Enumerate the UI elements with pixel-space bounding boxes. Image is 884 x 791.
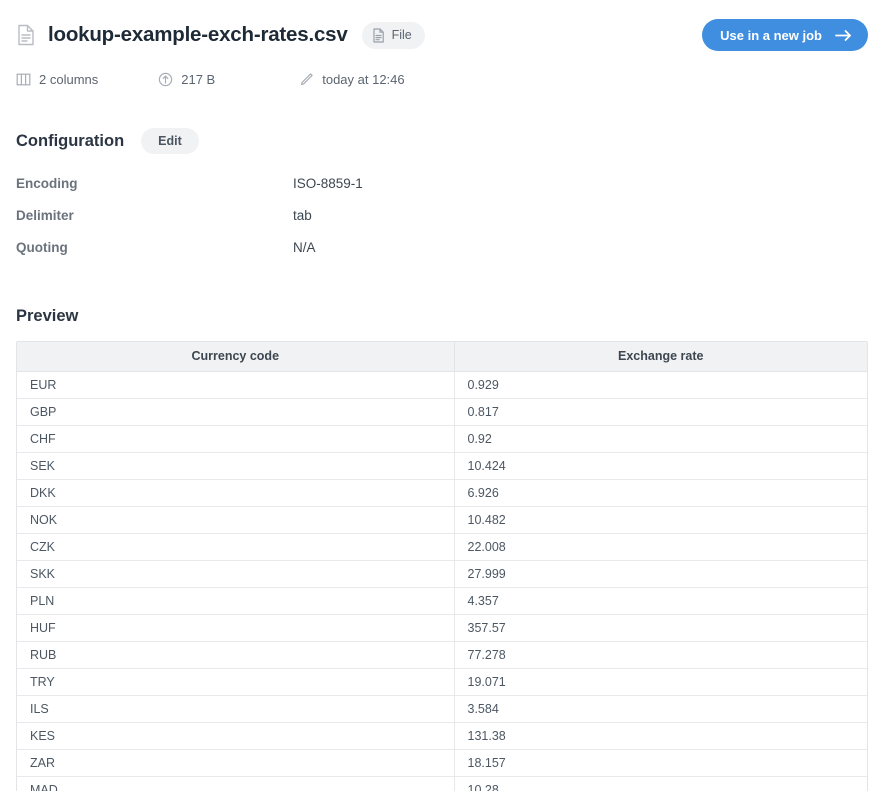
- configuration-header: Configuration Edit: [16, 128, 868, 154]
- cell-exchange-rate: 0.929: [454, 371, 867, 398]
- cell-currency-code: DKK: [17, 479, 454, 506]
- table-row: CHF0.92: [17, 425, 867, 452]
- configuration-row-delimiter: Delimiter tab: [16, 208, 868, 240]
- cell-currency-code: TRY: [17, 668, 454, 695]
- configuration-value: N/A: [293, 240, 316, 255]
- cell-exchange-rate: 22.008: [454, 533, 867, 560]
- table-row: KES131.38: [17, 722, 867, 749]
- cell-currency-code: CZK: [17, 533, 454, 560]
- configuration-row-quoting: Quoting N/A: [16, 240, 868, 272]
- configuration-row-encoding: Encoding ISO-8859-1: [16, 176, 868, 208]
- table-row: RUB77.278: [17, 641, 867, 668]
- column-header-exchange-rate: Exchange rate: [454, 342, 867, 371]
- cell-currency-code: GBP: [17, 398, 454, 425]
- table-row: ILS3.584: [17, 695, 867, 722]
- preview-table-head: Currency code Exchange rate: [17, 342, 867, 371]
- cell-exchange-rate: 27.999: [454, 560, 867, 587]
- cell-exchange-rate: 357.57: [454, 614, 867, 641]
- cell-exchange-rate: 19.071: [454, 668, 867, 695]
- cell-currency-code: MAD: [17, 776, 454, 791]
- file-type-badge: File: [362, 22, 425, 49]
- table-row: SEK10.424: [17, 452, 867, 479]
- table-row: DKK6.926: [17, 479, 867, 506]
- cell-exchange-rate: 10.424: [454, 452, 867, 479]
- use-in-a-new-job-label: Use in a new job: [720, 28, 822, 43]
- table-row: HUF357.57: [17, 614, 867, 641]
- configuration-title: Configuration: [16, 132, 124, 151]
- column-header-currency-code: Currency code: [17, 342, 454, 371]
- cell-currency-code: ZAR: [17, 749, 454, 776]
- cell-exchange-rate: 10.28: [454, 776, 867, 791]
- edit-configuration-button[interactable]: Edit: [141, 128, 199, 154]
- preview-table-container: Currency code Exchange rate EUR0.929GBP0…: [16, 341, 868, 791]
- page-title: lookup-example-exch-rates.csv: [48, 23, 348, 47]
- file-type-label: File: [392, 28, 412, 42]
- table-row: SKK27.999: [17, 560, 867, 587]
- configuration-label: Encoding: [16, 176, 293, 191]
- metadata-modified-text: today at 12:46: [322, 72, 404, 87]
- cell-exchange-rate: 10.482: [454, 506, 867, 533]
- file-document-icon: [16, 24, 36, 46]
- cell-currency-code: EUR: [17, 371, 454, 398]
- table-row: NOK10.482: [17, 506, 867, 533]
- configuration-list: Encoding ISO-8859-1 Delimiter tab Quotin…: [16, 176, 868, 272]
- configuration-value: tab: [293, 208, 312, 223]
- cell-exchange-rate: 77.278: [454, 641, 867, 668]
- table-row: PLN4.357: [17, 587, 867, 614]
- cell-currency-code: ILS: [17, 695, 454, 722]
- cell-exchange-rate: 6.926: [454, 479, 867, 506]
- cell-currency-code: KES: [17, 722, 454, 749]
- arrow-right-icon: [835, 29, 852, 42]
- cell-currency-code: RUB: [17, 641, 454, 668]
- configuration-label: Quoting: [16, 240, 293, 255]
- file-size-icon: [158, 72, 173, 87]
- file-metadata-row: 2 columns 217 B today at 12:46: [16, 64, 868, 94]
- cell-exchange-rate: 0.817: [454, 398, 867, 425]
- pencil-icon: [299, 72, 314, 87]
- table-row: ZAR18.157: [17, 749, 867, 776]
- table-row: EUR0.929: [17, 371, 867, 398]
- cell-currency-code: CHF: [17, 425, 454, 452]
- cell-currency-code: SKK: [17, 560, 454, 587]
- configuration-label: Delimiter: [16, 208, 293, 223]
- metadata-columns: 2 columns: [16, 72, 98, 87]
- table-row: CZK22.008: [17, 533, 867, 560]
- cell-exchange-rate: 4.357: [454, 587, 867, 614]
- cell-currency-code: SEK: [17, 452, 454, 479]
- table-row: GBP0.817: [17, 398, 867, 425]
- metadata-columns-text: 2 columns: [39, 72, 98, 87]
- cell-currency-code: NOK: [17, 506, 454, 533]
- columns-icon: [16, 72, 31, 87]
- cell-exchange-rate: 0.92: [454, 425, 867, 452]
- metadata-modified: today at 12:46: [299, 72, 404, 87]
- cell-currency-code: HUF: [17, 614, 454, 641]
- cell-currency-code: PLN: [17, 587, 454, 614]
- cell-exchange-rate: 3.584: [454, 695, 867, 722]
- file-document-icon: [372, 28, 385, 43]
- page-header: lookup-example-exch-rates.csv File Use i…: [16, 0, 868, 56]
- use-in-a-new-job-button[interactable]: Use in a new job: [702, 19, 868, 51]
- table-row: MAD10.28: [17, 776, 867, 791]
- preview-table: Currency code Exchange rate EUR0.929GBP0…: [17, 342, 867, 791]
- metadata-size-text: 217 B: [181, 72, 215, 87]
- configuration-value: ISO-8859-1: [293, 176, 363, 191]
- cell-exchange-rate: 18.157: [454, 749, 867, 776]
- cell-exchange-rate: 131.38: [454, 722, 867, 749]
- preview-table-body: EUR0.929GBP0.817CHF0.92SEK10.424DKK6.926…: [17, 371, 867, 791]
- table-header-row: Currency code Exchange rate: [17, 342, 867, 371]
- preview-title: Preview: [16, 307, 868, 326]
- metadata-size: 217 B: [158, 72, 215, 87]
- table-row: TRY19.071: [17, 668, 867, 695]
- file-detail-page: lookup-example-exch-rates.csv File Use i…: [0, 0, 884, 791]
